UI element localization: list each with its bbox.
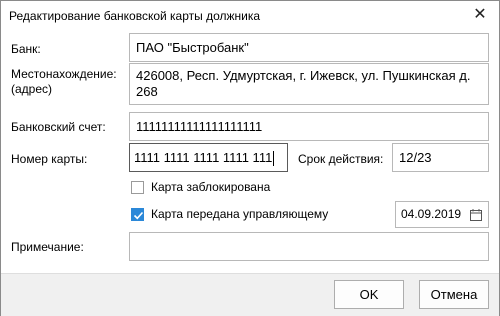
dialog-title: Редактирование банковской карты должника [9, 9, 261, 23]
bank-field[interactable]: ПАО "Быстробанк" [129, 33, 489, 62]
checkmark-icon [133, 211, 144, 220]
location-label-line2: (адрес) [11, 82, 53, 96]
transfer-date-picker[interactable]: 04.09.2019 [395, 201, 489, 228]
blocked-checkbox[interactable] [131, 181, 144, 194]
bank-label: Банк: [11, 42, 41, 56]
card-number-value: 1111 1111 1111 1111 111 [134, 150, 273, 165]
location-value-line1: 426008, Респ. Удмуртская, г. Ижевск, ул.… [136, 68, 471, 83]
expiry-field[interactable]: 12/23 [392, 143, 489, 172]
card-number-field[interactable]: 1111 1111 1111 1111 111 [129, 143, 288, 172]
dialog-footer: OK Отмена [1, 273, 499, 316]
bank-value: ПАО "Быстробанк" [136, 40, 249, 55]
calendar-icon[interactable] [470, 209, 482, 221]
title-bar: Редактирование банковской карты должника… [1, 1, 499, 29]
account-value: 11111111111111111111 [136, 119, 263, 134]
card-number-label: Номер карты: [11, 152, 88, 166]
text-caret [273, 151, 275, 167]
transferred-checkbox[interactable] [131, 208, 144, 221]
transferred-label[interactable]: Карта передана управляющему [151, 207, 328, 221]
location-field[interactable]: 426008, Респ. Удмуртская, г. Ижевск, ул.… [129, 63, 489, 105]
form-area: Банк: ПАО "Быстробанк" Местонахождение: … [1, 29, 499, 273]
note-field[interactable] [129, 232, 489, 261]
expiry-label: Срок действия: [298, 152, 384, 166]
account-field[interactable]: 11111111111111111111 [129, 112, 489, 141]
dialog-window: Редактирование банковской карты должника… [0, 0, 500, 316]
blocked-label[interactable]: Карта заблокирована [151, 180, 270, 194]
transfer-date-value: 04.09.2019 [401, 207, 462, 221]
note-label: Примечание: [11, 240, 84, 254]
ok-button[interactable]: OK [334, 280, 404, 309]
location-label-line1: Местонахождение: [11, 67, 117, 81]
account-label: Банковский счет: [11, 120, 106, 134]
close-icon[interactable]: ✕ [469, 5, 491, 25]
location-value-line2: 268 [136, 84, 158, 99]
expiry-value: 12/23 [399, 150, 432, 165]
cancel-button[interactable]: Отмена [419, 280, 489, 309]
